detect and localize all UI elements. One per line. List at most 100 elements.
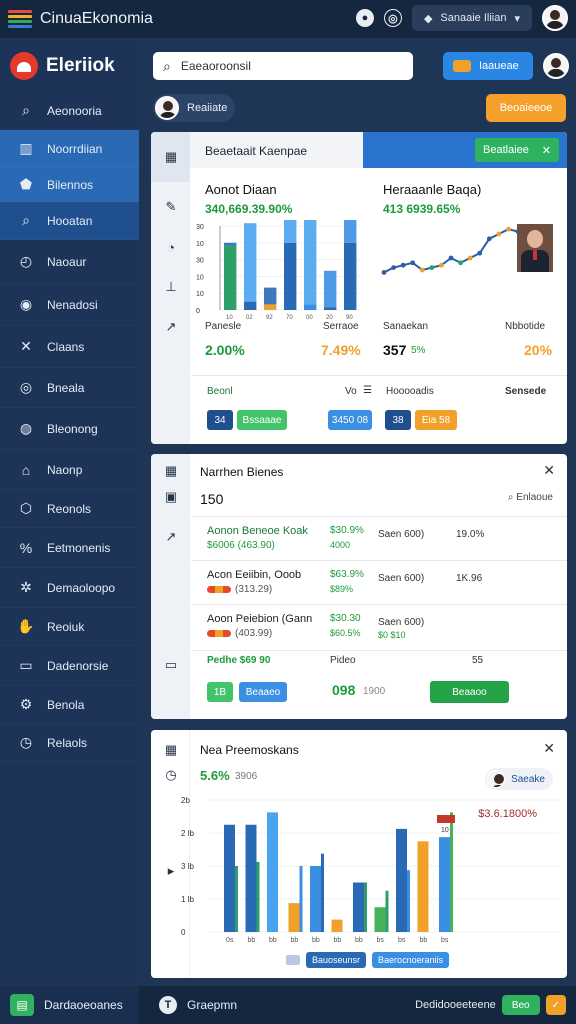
right-kpi-small: 5% [411, 345, 426, 356]
bar [284, 220, 297, 243]
table-row[interactable]: Acon Eeiibin, Ooob (313.29) $63.9% $89% Saen… [191, 560, 567, 604]
pill-1b[interactable]: 1B [207, 682, 233, 702]
search-input[interactable] [180, 59, 381, 73]
confirm-button[interactable]: Beaaoo [430, 681, 509, 703]
sidebar-item-6[interactable]: ✕ Claans [0, 326, 139, 368]
close-icon[interactable]: ✕ [543, 740, 555, 757]
left-kpi-right: 7.49% [321, 342, 361, 358]
sidebar-item-5[interactable]: ◉ Nenadosi [0, 284, 139, 326]
house-icon: ⌂ [21, 461, 31, 478]
pill-blue[interactable]: Beaaeo [239, 682, 287, 702]
footer-right-label: Hooooadis [386, 386, 434, 397]
x-tick-label: bs [398, 937, 406, 944]
table-row[interactable]: Aoon Peiebion (Gann (403.99) $30.30 $60.5% S… [191, 604, 567, 648]
sidebar-item-1[interactable]: ▥ Noorrdiian [0, 130, 139, 168]
sidebar-item-3[interactable]: ⌕ Hooatan [0, 202, 139, 240]
bar [235, 866, 238, 932]
dial-icon: ◴ [19, 253, 33, 269]
pill-green[interactable]: Bssaaae [237, 410, 287, 430]
info-icon[interactable]: T [159, 996, 177, 1014]
chevron-icon: ◆ [423, 12, 433, 25]
user-chip[interactable]: Reaiiate [153, 94, 236, 122]
sidebar-item-4[interactable]: ◴ Naoaur [0, 240, 139, 284]
close-icon[interactable]: ✕ [543, 462, 555, 479]
pill-blue[interactable]: 3450 08 [328, 410, 372, 430]
sidebar-item-10[interactable]: ⬡ Reonols [0, 490, 139, 528]
sidebar-item-7[interactable]: ◎ Bneala [0, 368, 139, 408]
timer-icon[interactable]: ◷ [163, 767, 179, 783]
row-c3: Saen 600) [378, 529, 425, 540]
hand-icon: ✋ [17, 618, 35, 634]
account-pill[interactable]: ◆ Sanaaie Iliian ▾ [411, 5, 532, 31]
avatar[interactable] [542, 5, 568, 31]
panel-search[interactable]: ⌕ Enlaoue [508, 492, 553, 503]
panel-action-label: Beatlaiee [483, 144, 529, 156]
sidebar-item-2[interactable]: ⬟ Bilennos [0, 168, 139, 202]
bar [224, 824, 235, 932]
bell-icon[interactable]: ● [355, 9, 374, 27]
sidebar-item-9[interactable]: ⌂ Naonp [0, 450, 139, 490]
bar [353, 882, 364, 932]
search-box[interactable]: ⌕ [153, 52, 413, 80]
pill-orange[interactable]: Eia 58 [415, 410, 457, 430]
row-c2: $30.30 [330, 613, 361, 624]
user-chip[interactable]: Saeake [485, 768, 553, 790]
sidebar-item-label: Bleonong [47, 421, 98, 436]
right-line-chart [381, 226, 521, 275]
bottom-sidebar-item[interactable]: ▤ Dardaoeoanes [0, 986, 139, 1024]
edit-icon[interactable]: ✎ [163, 199, 179, 215]
x-tick-label: 00 [306, 315, 313, 320]
app-title: СinuaEkonomia [40, 10, 153, 27]
performance-bar-chart: 2b 2 lb 3 lb 1 lb 0 0s bb bb bb bb bb bb bs bs bb bs 10 [181, 796, 559, 944]
bar [321, 853, 324, 932]
bottom-green-button[interactable]: Beo [501, 995, 540, 1015]
bar [417, 841, 429, 932]
trend-icon[interactable]: ↗ [163, 319, 179, 335]
search-icon: ⌕ [163, 57, 171, 74]
foot-small: 1900 [363, 686, 386, 697]
blue-action-button[interactable]: Iaaueae [443, 52, 533, 80]
tag-icon [453, 60, 471, 72]
bar [244, 301, 257, 310]
legend-a[interactable]: Bauoseunsr [306, 952, 367, 968]
sidebar-item-0[interactable]: ⌕ Aeonooria [0, 92, 139, 130]
x-tick-label: bb [355, 937, 363, 944]
calendar-icon[interactable]: ▦ [163, 742, 179, 758]
right-card-title: Heraaanle Baqa) [383, 182, 482, 197]
pill-38[interactable]: 38 [385, 410, 411, 430]
brand[interactable]: Eleriiok [0, 40, 139, 92]
avatar [487, 770, 506, 788]
panel-action-button[interactable]: Beatlaiee ✕ [475, 138, 559, 162]
coin-icon: ◉ [19, 296, 33, 312]
lock-icon[interactable]: ◔ [163, 239, 179, 255]
chart-icon[interactable]: ⊥ [163, 279, 179, 295]
sidebar-item-13[interactable]: ✋ Reoiuk [0, 608, 139, 646]
x-tick-label: bb [248, 937, 256, 944]
sum-right: 55 [472, 655, 484, 666]
sidebar-item-15[interactable]: ⚙ Benola [0, 686, 139, 724]
check-icon[interactable]: ✓ [545, 995, 566, 1015]
percent-icon: % [19, 539, 33, 556]
legend-b[interactable]: Baerocnoeraniis [372, 952, 450, 968]
header-avatar[interactable] [543, 53, 569, 79]
right-card-sub-right: Nbbotide [505, 321, 546, 332]
menu-icon[interactable]: ☰ [363, 385, 372, 396]
sidebar-item-11[interactable]: % Eetmonenis [0, 528, 139, 568]
calendar-icon[interactable]: ▦ [163, 149, 179, 165]
orange-action-button[interactable]: Beoaieeoe [486, 94, 566, 122]
calendar-icon[interactable]: ▦ [163, 463, 179, 479]
window-icon[interactable]: ▭ [163, 657, 179, 673]
arrow-icon[interactable]: ↗ [163, 529, 179, 545]
flag-marker [437, 815, 455, 823]
sidebar-item-14[interactable]: ▭ Dadenorsie [0, 646, 139, 686]
pill-34[interactable]: 34 [207, 410, 233, 430]
sidebar-item-12[interactable]: ✲ Demaoloopo [0, 568, 139, 608]
table-row[interactable]: Aonon Beneoe Koak $6006 (463.90) $30.9% 400… [191, 516, 567, 560]
sidebar-item-8[interactable]: ◍ Bleonong [0, 408, 139, 450]
row-c3: Saen 600) [378, 617, 425, 628]
sidebar-item-16[interactable]: ◷ Relaols [0, 724, 139, 762]
y-tick-label: 30 [196, 258, 204, 265]
bottom-sidebar-label: Dardaoeoanes [44, 998, 123, 1012]
globe-icon[interactable]: ◎ [383, 9, 402, 27]
document-icon[interactable]: ▣ [163, 489, 179, 505]
